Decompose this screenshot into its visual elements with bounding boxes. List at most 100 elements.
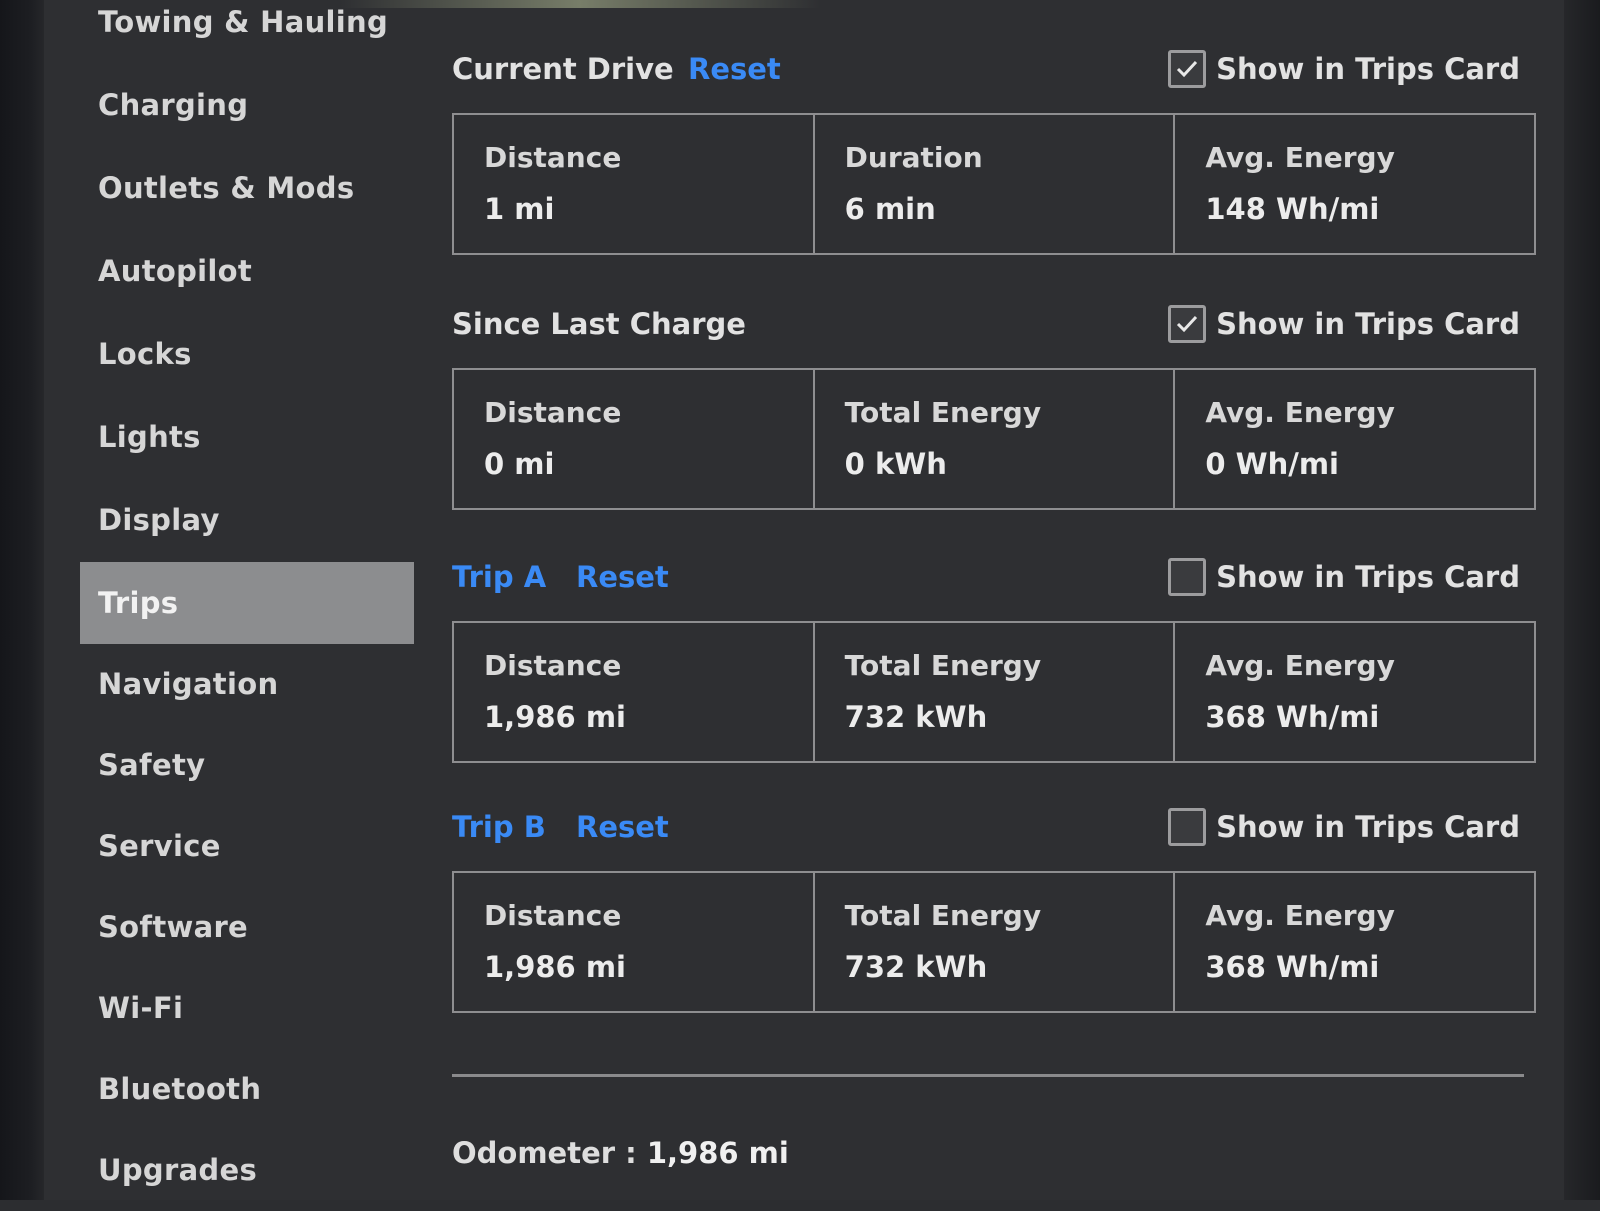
stat-value: 148 Wh/mi — [1205, 192, 1380, 226]
sidebar-item-navigation[interactable]: Navigation — [80, 643, 414, 725]
sidebar-item-label: Autopilot — [98, 254, 253, 288]
stat-value: 732 kWh — [844, 700, 988, 734]
stat-cell: Distance 0 mi — [454, 370, 815, 508]
stat-label: Distance — [484, 649, 622, 682]
sidebar-item-label: Towing & Hauling — [98, 5, 389, 39]
sidebar-item-label: Navigation — [98, 667, 279, 701]
sidebar-item-wifi[interactable]: Wi-Fi — [80, 967, 414, 1049]
stat-cell: Distance 1,986 mi — [454, 873, 815, 1011]
stat-cell: Distance 1 mi — [454, 115, 815, 253]
stat-cell: Total Energy 732 kWh — [815, 623, 1176, 761]
sidebar-item-bluetooth[interactable]: Bluetooth — [80, 1048, 414, 1130]
since-last-charge-stats: Distance 0 mi Total Energy 0 kWh Avg. En… — [452, 368, 1536, 510]
screen: Towing & Hauling Charging Outlets & Mods… — [0, 0, 1600, 1200]
sidebar-item-locks[interactable]: Locks — [80, 313, 414, 395]
stat-label: Distance — [484, 141, 622, 174]
since-last-charge-show-label: Show in Trips Card — [1216, 307, 1520, 341]
sidebar-item-software[interactable]: Software — [80, 886, 414, 968]
current-drive-stats: Distance 1 mi Duration 6 min Avg. Energy… — [452, 113, 1536, 255]
stat-cell: Distance 1,986 mi — [454, 623, 815, 761]
stat-cell: Total Energy 732 kWh — [815, 873, 1176, 1011]
sidebar-item-service[interactable]: Service — [80, 805, 414, 887]
sidebar-item-label: Locks — [98, 337, 192, 371]
screen-bezel-left — [0, 0, 44, 1200]
trip-b-title[interactable]: Trip B — [452, 810, 546, 844]
trip-a-stats: Distance 1,986 mi Total Energy 732 kWh A… — [452, 621, 1536, 763]
trip-a-checkbox[interactable] — [1168, 558, 1207, 596]
sidebar-item-autopilot[interactable]: Autopilot — [80, 230, 414, 312]
trip-a-show-toggle[interactable]: Show in Trips Card — [1168, 552, 1520, 602]
trip-a-header: Trip A Reset Show in Trips Card — [452, 552, 1542, 602]
current-drive-checkbox[interactable] — [1168, 50, 1207, 88]
sidebar-item-label: Bluetooth — [98, 1072, 262, 1106]
stat-value: 368 Wh/mi — [1205, 950, 1380, 984]
current-drive-show-toggle[interactable]: Show in Trips Card — [1168, 44, 1520, 94]
trip-b-reset-button[interactable]: Reset — [576, 810, 669, 844]
stat-value: 1,986 mi — [484, 700, 626, 734]
odometer: Odometer : 1,986 mi — [452, 1136, 789, 1170]
stat-value: 732 kWh — [844, 950, 988, 984]
odometer-value: 1,986 mi — [646, 1136, 789, 1170]
since-last-charge-header: Since Last Charge Show in Trips Card — [452, 299, 1542, 349]
sidebar-item-label: Display — [98, 503, 220, 537]
check-icon — [1177, 315, 1198, 333]
trip-b-show-toggle[interactable]: Show in Trips Card — [1168, 802, 1520, 852]
trip-b-header: Trip B Reset Show in Trips Card — [452, 802, 1542, 852]
sidebar-item-label: Upgrades — [98, 1153, 258, 1187]
since-last-charge-show-toggle[interactable]: Show in Trips Card — [1168, 299, 1520, 349]
sidebar-item-label: Trips — [98, 586, 179, 620]
stat-label: Total Energy — [844, 649, 1042, 682]
stat-label: Distance — [484, 899, 622, 932]
since-last-charge-checkbox[interactable] — [1168, 305, 1207, 343]
sidebar-item-label: Service — [98, 829, 221, 863]
stat-label: Total Energy — [844, 899, 1042, 932]
sidebar-item-label: Lights — [98, 420, 201, 454]
settings-sidebar: Towing & Hauling Charging Outlets & Mods… — [80, 0, 414, 1200]
trip-b-stats: Distance 1,986 mi Total Energy 732 kWh A… — [452, 871, 1536, 1013]
current-drive-header: Current Drive Reset Show in Trips Card — [452, 44, 1542, 94]
current-drive-title: Current Drive — [452, 52, 674, 86]
stat-cell: Avg. Energy 148 Wh/mi — [1175, 115, 1534, 253]
stat-value: 1 mi — [484, 192, 555, 226]
trip-a-show-label: Show in Trips Card — [1216, 560, 1520, 594]
stat-value: 1,986 mi — [484, 950, 626, 984]
sidebar-item-upgrades[interactable]: Upgrades — [80, 1129, 414, 1211]
current-drive-reset-button[interactable]: Reset — [688, 52, 781, 86]
sidebar-item-outlets-mods[interactable]: Outlets & Mods — [80, 147, 414, 229]
stat-label: Distance — [484, 396, 622, 429]
trip-b-checkbox[interactable] — [1168, 808, 1207, 846]
sidebar-item-label: Wi-Fi — [98, 991, 184, 1025]
current-drive-show-label: Show in Trips Card — [1216, 52, 1520, 86]
stat-value: 368 Wh/mi — [1205, 700, 1380, 734]
screen-bezel-right — [1564, 0, 1600, 1200]
sidebar-item-lights[interactable]: Lights — [80, 396, 414, 478]
trips-panel: Current Drive Reset Show in Trips Card D… — [452, 0, 1542, 1200]
divider — [452, 1074, 1524, 1077]
trip-a-title[interactable]: Trip A — [452, 560, 546, 594]
sidebar-item-label: Software — [98, 910, 249, 944]
stat-label: Avg. Energy — [1205, 141, 1395, 174]
since-last-charge-title: Since Last Charge — [452, 307, 746, 341]
stat-cell: Avg. Energy 368 Wh/mi — [1175, 873, 1534, 1011]
sidebar-item-label: Charging — [98, 88, 249, 122]
sidebar-item-label: Outlets & Mods — [98, 171, 355, 205]
stat-cell: Total Energy 0 kWh — [815, 370, 1176, 508]
stat-label: Avg. Energy — [1205, 899, 1395, 932]
stat-value: 0 Wh/mi — [1205, 447, 1340, 481]
sidebar-item-charging[interactable]: Charging — [80, 64, 414, 146]
stat-label: Total Energy — [844, 396, 1042, 429]
sidebar-item-trips[interactable]: Trips — [80, 562, 414, 644]
sidebar-item-safety[interactable]: Safety — [80, 724, 414, 806]
sidebar-item-label: Safety — [98, 748, 206, 782]
stat-cell: Avg. Energy 0 Wh/mi — [1175, 370, 1534, 508]
sidebar-item-towing-hauling[interactable]: Towing & Hauling — [80, 0, 414, 63]
stat-cell: Avg. Energy 368 Wh/mi — [1175, 623, 1534, 761]
stat-label: Avg. Energy — [1205, 396, 1395, 429]
check-icon — [1177, 60, 1198, 78]
stat-label: Duration — [844, 141, 983, 174]
sidebar-item-display[interactable]: Display — [80, 479, 414, 561]
stat-value: 0 mi — [484, 447, 555, 481]
stat-value: 6 min — [844, 192, 936, 226]
trip-a-reset-button[interactable]: Reset — [576, 560, 669, 594]
stat-value: 0 kWh — [844, 447, 947, 481]
